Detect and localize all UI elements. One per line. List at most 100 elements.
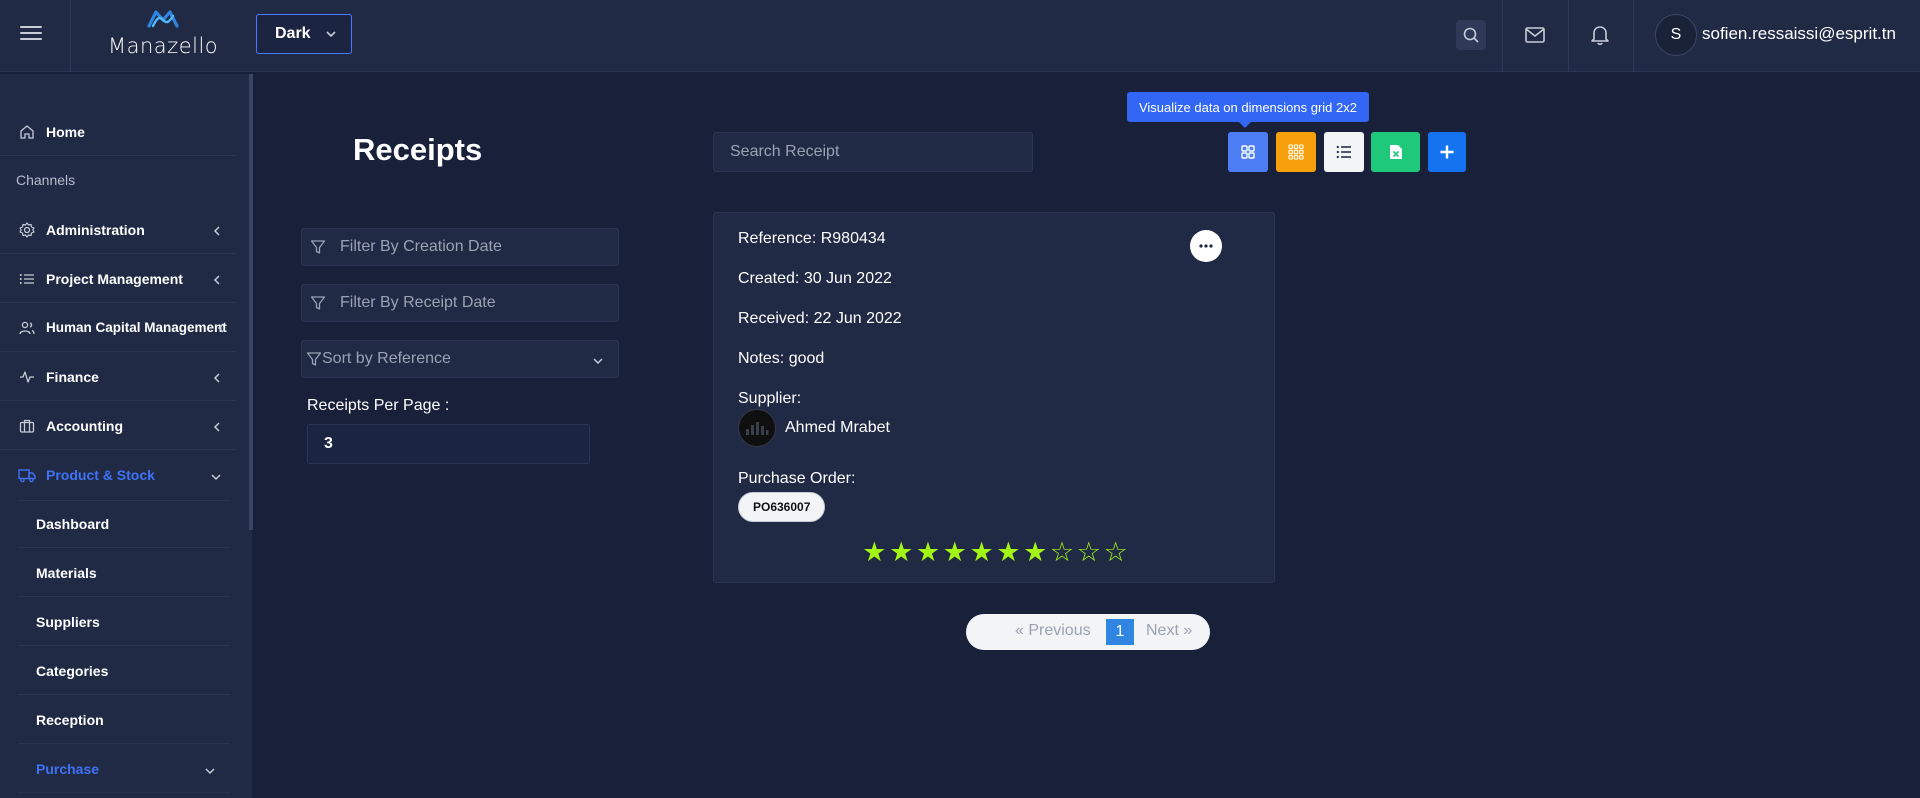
supplier-avatar[interactable] [738, 409, 776, 447]
top-bar: Manazello Dark S sofien.ressaissi@esprit… [0, 0, 1920, 72]
star-filled-icon[interactable]: ★ [861, 538, 888, 566]
briefcase-icon [18, 417, 36, 435]
divider [1633, 0, 1634, 72]
sidebar-scrollbar[interactable] [249, 74, 253, 530]
sidebar-subitem-suppliers[interactable]: Suppliers [18, 598, 230, 646]
truck-icon [18, 466, 36, 484]
plus-icon [1440, 145, 1454, 159]
search-input[interactable] [713, 132, 1033, 172]
more-horizontal-icon [1199, 244, 1213, 248]
sidebar-item-administration[interactable]: Administration [0, 206, 236, 254]
divider [70, 0, 71, 72]
sidebar-item-project-management[interactable]: Project Management [0, 255, 236, 303]
filter-icon [310, 239, 326, 255]
filter-icon [310, 295, 326, 311]
sidebar-item-label: Home [46, 123, 85, 140]
star-filled-icon[interactable]: ★ [1022, 538, 1049, 566]
receipt-received: Received: 22 Jun 2022 [738, 310, 902, 327]
logo-text: Manazello [108, 34, 219, 58]
excel-file-icon [1389, 145, 1402, 159]
add-receipt-button[interactable] [1428, 132, 1466, 172]
chevron-left-icon [212, 420, 222, 436]
user-email[interactable]: sofien.ressaissi@esprit.tn [1702, 24, 1896, 44]
sidebar-item-human-capital-management[interactable]: Human Capital Management [0, 304, 236, 352]
theme-select[interactable]: Dark [256, 14, 352, 54]
bell-icon[interactable] [1585, 20, 1615, 50]
sort-select-value: Sort by Reference [322, 350, 451, 367]
mail-icon[interactable] [1520, 20, 1550, 50]
sidebar-subitem-label: Purchase [36, 760, 100, 777]
sidebar-item-label: Finance [46, 368, 99, 385]
chevron-left-icon [212, 273, 222, 289]
grid-2x2-view-button[interactable] [1228, 132, 1268, 172]
per-page-input[interactable] [307, 424, 590, 464]
pagination-page-current[interactable]: 1 [1106, 619, 1134, 645]
filter-creation-date-placeholder: Filter By Creation Date [340, 238, 502, 255]
sidebar-subitem-categories[interactable]: Categories [18, 647, 230, 695]
sidebar-subitem-purchase[interactable]: Purchase [18, 745, 230, 793]
filter-receipt-date-placeholder: Filter By Receipt Date [340, 294, 496, 311]
sidebar-item-product-stock[interactable]: Product & Stock [0, 451, 236, 499]
chevron-down-icon [204, 763, 216, 779]
supplier-name[interactable]: Ahmed Mrabet [785, 419, 890, 437]
users-icon [18, 319, 36, 337]
theme-select-value: Dark [275, 25, 311, 42]
sort-select[interactable]: Sort by Reference [301, 340, 619, 378]
filter-creation-date[interactable]: Filter By Creation Date [301, 228, 619, 266]
list-view-button[interactable] [1324, 132, 1364, 172]
receipt-created: Created: 30 Jun 2022 [738, 270, 892, 287]
menu-icon[interactable] [20, 22, 50, 46]
grid-3x3-icon [1288, 144, 1304, 160]
sidebar-subitem-materials[interactable]: Materials [18, 549, 230, 597]
sidebar-item-finance[interactable]: Finance [0, 353, 236, 401]
sidebar-subitem-dashboard[interactable]: Dashboard [18, 500, 230, 548]
filter-receipt-date[interactable]: Filter By Receipt Date [301, 284, 619, 322]
chevron-left-icon [212, 224, 222, 240]
sidebar-subitem-reception[interactable]: Reception [18, 696, 230, 744]
rating-stars: ★ ★ ★ ★ ★ ★ ★ ☆ ☆ ☆ [861, 538, 1129, 566]
pagination-next[interactable]: Next » [1146, 622, 1192, 640]
receipt-reference: Reference: R980434 [738, 230, 886, 247]
star-filled-icon[interactable]: ★ [915, 538, 942, 566]
star-empty-icon[interactable]: ☆ [1102, 538, 1129, 566]
star-empty-icon[interactable]: ☆ [1049, 538, 1076, 566]
per-page-label: Receipts Per Page : [307, 397, 450, 414]
tooltip: Visualize data on dimensions grid 2x2 [1127, 92, 1369, 128]
supplier-label: Supplier: [738, 390, 802, 407]
purchase-order-label: Purchase Order: [738, 470, 856, 487]
logo[interactable]: Manazello [108, 6, 218, 66]
sidebar-item-accounting[interactable]: Accounting [0, 402, 236, 450]
sidebar-item-label: Human Capital Management [46, 320, 227, 335]
sidebar-item-label: Accounting [46, 417, 123, 434]
divider [1568, 0, 1569, 72]
activity-icon [18, 368, 36, 386]
purchase-order-badge[interactable]: PO636007 [738, 492, 826, 522]
star-filled-icon[interactable]: ★ [995, 538, 1022, 566]
settings-icon [18, 221, 36, 239]
star-filled-icon[interactable]: ★ [888, 538, 915, 566]
avatar[interactable]: S [1655, 14, 1697, 56]
more-options-button[interactable] [1190, 230, 1222, 262]
chevron-left-icon [216, 322, 226, 337]
receipt-card: Reference: R980434 Created: 30 Jun 2022 … [713, 212, 1275, 583]
page-title: Receipts [353, 132, 483, 167]
star-empty-icon[interactable]: ☆ [1075, 538, 1102, 566]
sidebar-item-label: Administration [46, 221, 145, 238]
list-icon [18, 270, 36, 288]
divider [1502, 0, 1503, 72]
star-filled-icon[interactable]: ★ [968, 538, 995, 566]
export-excel-button[interactable] [1371, 132, 1420, 172]
list-icon [1336, 145, 1351, 159]
chevron-down-icon [592, 353, 604, 371]
home-icon [18, 123, 36, 141]
star-filled-icon[interactable]: ★ [941, 538, 968, 566]
equalizer-icon [746, 422, 769, 435]
grid-2x2-icon [1241, 145, 1255, 159]
sidebar-item-label: Project Management [46, 270, 183, 287]
grid-3x3-view-button[interactable] [1276, 132, 1316, 172]
sidebar-item-home[interactable]: Home [0, 108, 236, 156]
pagination-previous[interactable]: « Previous [1015, 622, 1091, 640]
search-icon[interactable] [1456, 20, 1486, 50]
filter-icon [306, 351, 322, 367]
receipt-notes: Notes: good [738, 350, 825, 367]
